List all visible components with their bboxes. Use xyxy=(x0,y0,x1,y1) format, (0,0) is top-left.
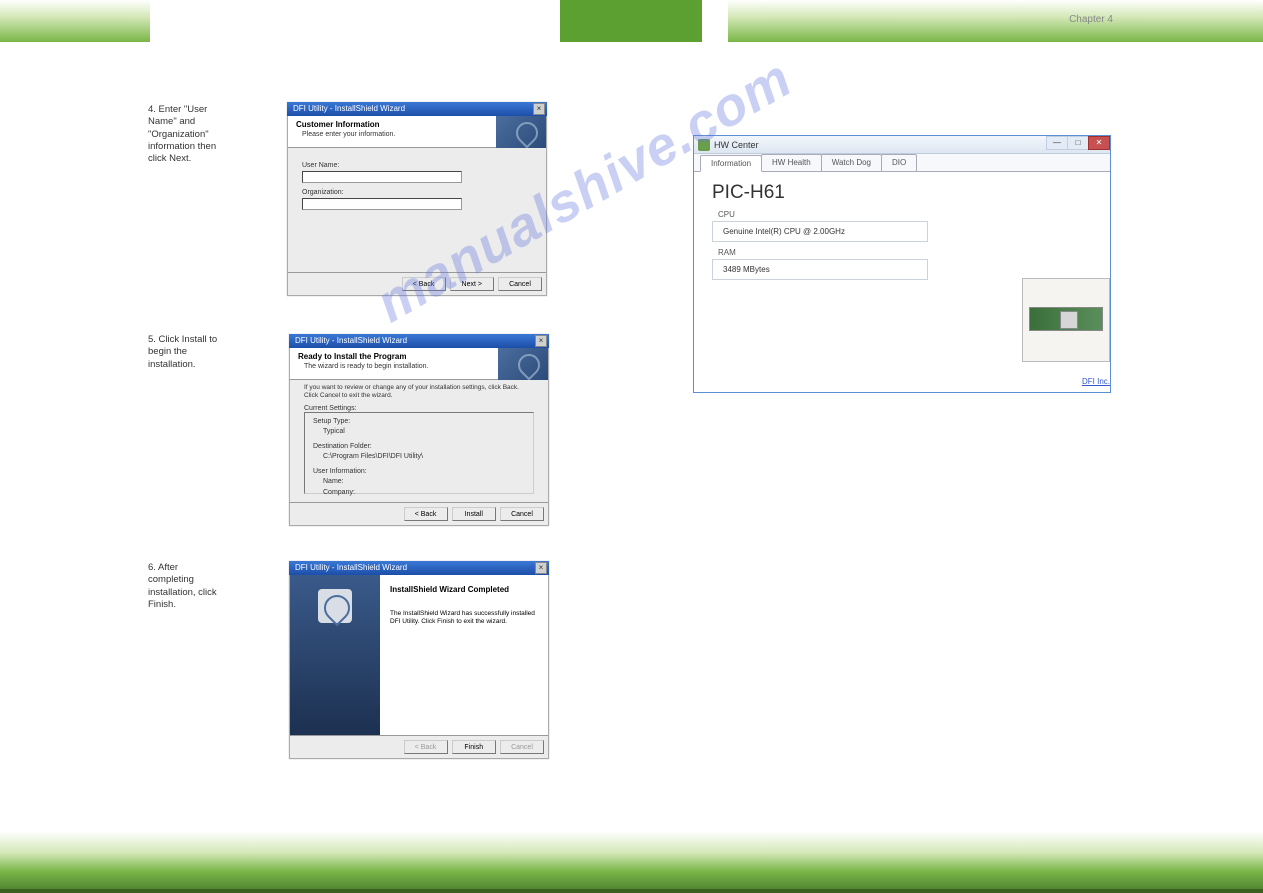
header-gradient-right xyxy=(728,0,1263,42)
back-button[interactable]: < Back xyxy=(402,277,446,291)
close-icon[interactable]: × xyxy=(533,103,545,115)
wizard3-text: The InstallShield Wizard has successfull… xyxy=(390,610,538,627)
page-footer xyxy=(0,831,1263,893)
chapter-label: Chapter 4 xyxy=(1069,14,1113,25)
hw-title-text: HW Center xyxy=(714,140,759,150)
username-label: User Name: xyxy=(302,162,532,169)
hw-titlebar[interactable]: HW Center — □ ✕ xyxy=(694,136,1110,154)
wizard2-title-text: DFI Utility - InstallShield Wizard xyxy=(295,336,407,345)
wizard3-heading: InstallShield Wizard Completed xyxy=(390,585,538,594)
organization-label: Organization: xyxy=(302,189,532,196)
tab-hw-health[interactable]: HW Health xyxy=(761,154,822,171)
cancel-button: Cancel xyxy=(500,740,544,754)
setup-type-label: Setup Type: xyxy=(313,417,525,428)
install-button[interactable]: Install xyxy=(452,507,496,521)
maximize-icon[interactable]: □ xyxy=(1067,136,1089,150)
installshield-icon xyxy=(498,348,548,380)
cpu-value: Genuine Intel(R) CPU @ 2.00GHz xyxy=(712,221,928,242)
board-image xyxy=(1022,278,1110,362)
tab-watch-dog[interactable]: Watch Dog xyxy=(821,154,882,171)
current-settings-box: Setup Type: Typical Destination Folder: … xyxy=(304,412,534,494)
dfi-link[interactable]: DFI Inc. xyxy=(1082,377,1110,386)
tab-dio[interactable]: DIO xyxy=(881,154,917,171)
board-name: PIC-H61 xyxy=(712,182,1092,204)
user-info-label: User Information: xyxy=(313,467,525,478)
wizard-ready-install: DFI Utility - InstallShield Wizard × Rea… xyxy=(289,334,549,526)
wizard-customer-info: DFI Utility - InstallShield Wizard × Cus… xyxy=(287,102,547,296)
organization-field[interactable] xyxy=(302,198,462,210)
app-icon xyxy=(698,139,710,151)
pcb-icon xyxy=(1029,307,1103,331)
next-button[interactable]: Next > xyxy=(450,277,494,291)
username-field[interactable] xyxy=(302,171,462,183)
dest-folder-value: C:\Program Files\DFI\DFI Utility\ xyxy=(323,452,525,463)
cancel-button[interactable]: Cancel xyxy=(500,507,544,521)
back-button[interactable]: < Back xyxy=(404,507,448,521)
wizard3-sidebar xyxy=(290,575,380,737)
caption-step5: 5. Click Install to begin the installati… xyxy=(148,334,218,371)
header-white-gap xyxy=(150,0,560,42)
wizard2-header-band: Ready to Install the Program The wizard … xyxy=(290,348,548,380)
header-gradient-left xyxy=(0,0,150,42)
close-icon[interactable]: × xyxy=(535,335,547,347)
wizard2-instr: If you want to review or change any of y… xyxy=(304,384,534,401)
finish-button[interactable]: Finish xyxy=(452,740,496,754)
company-label: Company: xyxy=(323,488,525,499)
wizard3-titlebar[interactable]: DFI Utility - InstallShield Wizard × xyxy=(289,561,549,575)
hw-tabs: Information HW Health Watch Dog DIO xyxy=(694,154,1110,172)
back-button: < Back xyxy=(404,740,448,754)
caption-step6: 6. After completing installation, click … xyxy=(148,562,218,611)
name-label: Name: xyxy=(323,477,525,488)
installshield-icon xyxy=(496,116,546,148)
hw-center-window: HW Center — □ ✕ Information HW Health Wa… xyxy=(693,135,1111,393)
cpu-label: CPU xyxy=(718,210,1092,219)
header-green-block xyxy=(560,0,702,42)
header-gap-2 xyxy=(702,0,728,42)
cancel-button[interactable]: Cancel xyxy=(498,277,542,291)
ram-value: 3489 MBytes xyxy=(712,259,928,280)
dest-folder-label: Destination Folder: xyxy=(313,442,525,453)
caption-step4: 4. Enter "User Name" and "Organization" … xyxy=(148,104,218,166)
wizard2-titlebar[interactable]: DFI Utility - InstallShield Wizard × xyxy=(289,334,549,348)
close-icon[interactable]: × xyxy=(535,562,547,574)
tab-information[interactable]: Information xyxy=(700,155,762,172)
disk-icon xyxy=(318,589,352,623)
ram-label: RAM xyxy=(718,248,1092,257)
minimize-icon[interactable]: — xyxy=(1046,136,1068,150)
wizard3-title-text: DFI Utility - InstallShield Wizard xyxy=(295,563,407,572)
wizard1-header-band: Customer Information Please enter your i… xyxy=(288,116,546,148)
wizard1-title-text: DFI Utility - InstallShield Wizard xyxy=(293,104,405,113)
wizard-completed: DFI Utility - InstallShield Wizard × Ins… xyxy=(289,561,549,759)
wizard1-titlebar[interactable]: DFI Utility - InstallShield Wizard × xyxy=(287,102,547,116)
current-settings-label: Current Settings: xyxy=(304,405,534,412)
setup-type-value: Typical xyxy=(323,427,525,438)
close-icon[interactable]: ✕ xyxy=(1088,136,1110,150)
